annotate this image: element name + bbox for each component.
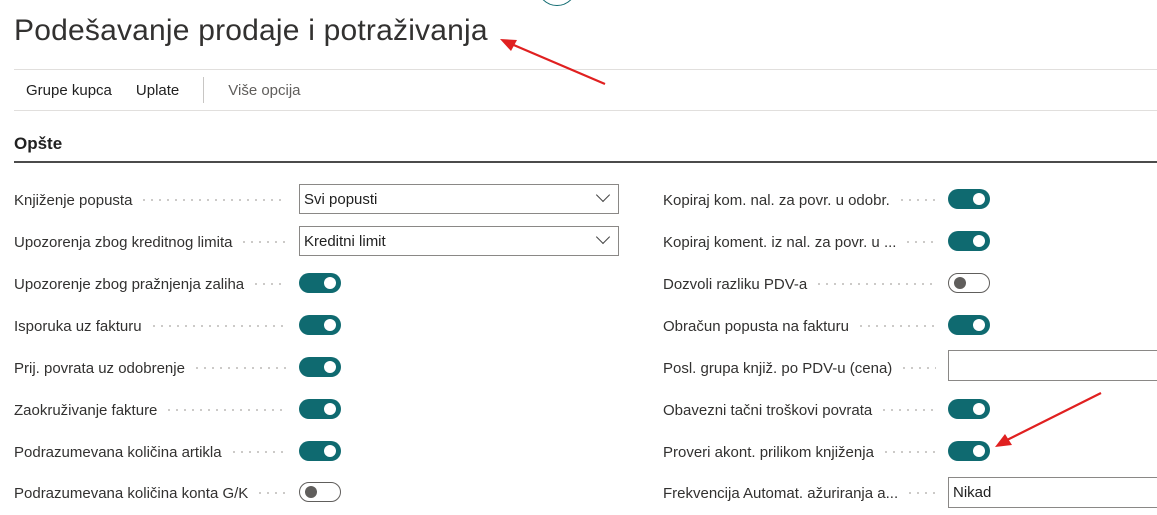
field-row-return-receipt: Prij. povrata uz odobrenje	[14, 352, 295, 384]
toggle-knob	[324, 403, 336, 415]
field-label: Knjiženje popusta	[14, 191, 133, 209]
field-row-discount-posting: Knjiženje popusta	[14, 184, 295, 216]
action-divider	[203, 77, 205, 103]
dotted-leader	[815, 283, 936, 285]
toggle-knob	[973, 445, 985, 457]
toggle-knob	[324, 277, 336, 289]
action-bar-divider	[14, 110, 1157, 111]
toggle-knob	[324, 445, 336, 457]
toggle-knob	[324, 361, 336, 373]
toggle-knob	[305, 485, 317, 498]
field-row-shipment-on-invoice: Isporuka uz fakturu	[14, 310, 295, 342]
field-label: Isporuka uz fakturu	[14, 317, 142, 335]
dotted-leader	[252, 283, 287, 285]
toggle-knob	[973, 403, 985, 415]
credit-warnings-select[interactable]: Kreditni limit	[299, 226, 619, 256]
section-underline	[14, 161, 1157, 163]
field-label: Upozorenje zbog pražnjenja zaliha	[14, 275, 245, 293]
field-row-copy-comments-return: Kopiraj koment. iz nal. za povr. u ...	[663, 226, 944, 258]
field-row-exact-cost-reversing: Obavezni tačni troškovi povrata	[663, 394, 944, 426]
dotted-leader	[881, 451, 936, 453]
action-bar: Grupe kupca Uplate Više opcija	[14, 70, 313, 110]
select-value: Kreditni limit	[304, 232, 386, 250]
payments-action[interactable]: Uplate	[124, 82, 191, 99]
field-label: Kopiraj koment. iz nal. za povr. u ...	[663, 233, 897, 251]
dotted-leader	[880, 409, 936, 411]
field-label: Dozvoli razliku PDV-a	[663, 275, 808, 293]
check-prepayment-toggle[interactable]	[948, 441, 990, 461]
field-row-default-item-qty: Podrazumevana količina artikla	[14, 436, 295, 468]
field-label: Frekvencija Automat. ažuriranja a...	[663, 484, 899, 502]
dotted-leader	[856, 325, 936, 327]
toggle-knob	[973, 235, 985, 247]
dotted-leader	[192, 367, 287, 369]
dotted-leader	[149, 325, 287, 327]
select-value: Svi popusti	[304, 190, 378, 208]
toggle-knob	[324, 319, 336, 331]
dotted-leader	[904, 241, 936, 243]
field-row-default-gl-qty: Podrazumevana količina konta G/K	[14, 477, 295, 509]
section-title-general: Opšte	[14, 134, 63, 153]
field-label: Upozorenja zbog kreditnog limita	[14, 233, 233, 251]
copy-comments-cr-toggle[interactable]	[948, 189, 990, 209]
field-row-auto-update-frequency: Frekvencija Automat. ažuriranja a...	[663, 477, 944, 509]
field-label: Obavezni tačni troškovi povrata	[663, 401, 873, 419]
dotted-leader	[906, 492, 936, 494]
more-options-action[interactable]: Više opcija	[216, 82, 312, 99]
field-row-check-prepayment: Proveri akont. prilikom knjiženja	[663, 436, 944, 468]
invoice-rounding-toggle[interactable]	[299, 399, 341, 419]
default-gl-qty-toggle[interactable]	[299, 482, 341, 502]
dotted-leader	[229, 451, 287, 453]
chevron-down-icon	[595, 187, 611, 203]
annotation-arrow-title	[500, 39, 606, 86]
calc-inv-discount-toggle[interactable]	[948, 315, 990, 335]
field-label: Zaokruživanje fakture	[14, 401, 158, 419]
field-row-allow-vat-difference: Dozvoli razliku PDV-a	[663, 268, 944, 300]
stockout-warning-toggle[interactable]	[299, 273, 341, 293]
allow-vat-difference-toggle[interactable]	[948, 273, 990, 293]
field-row-copy-comments-cr: Kopiraj kom. nal. za povr. u odobr.	[663, 184, 944, 216]
customer-groups-action[interactable]: Grupe kupca	[14, 82, 124, 99]
vat-bus-posting-group-input[interactable]	[948, 350, 1157, 381]
field-label: Podrazumevana količina artikla	[14, 443, 222, 461]
dotted-leader	[165, 409, 287, 411]
field-row-invoice-rounding: Zaokruživanje fakture	[14, 394, 295, 426]
field-row-credit-warnings: Upozorenja zbog kreditnog limita	[14, 226, 295, 258]
field-label: Posl. grupa knjiž. po PDV-u (cena)	[663, 359, 893, 377]
toggle-knob	[973, 319, 985, 331]
field-row-stockout-warning: Upozorenje zbog pražnjenja zaliha	[14, 268, 295, 300]
field-label: Prij. povrata uz odobrenje	[14, 359, 185, 377]
dotted-leader	[900, 367, 936, 369]
field-label: Kopiraj kom. nal. za povr. u odobr.	[663, 191, 890, 209]
field-row-calc-inv-discount: Obračun popusta na fakturu	[663, 310, 944, 342]
default-item-qty-toggle[interactable]	[299, 441, 341, 461]
field-row-vat-bus-posting-group: Posl. grupa knjiž. po PDV-u (cena)	[663, 352, 944, 384]
dotted-leader	[256, 492, 287, 494]
dotted-leader	[897, 199, 936, 201]
page-title: Podešavanje prodaje i potraživanja	[14, 14, 488, 47]
field-label: Proveri akont. prilikom knjiženja	[663, 443, 874, 461]
dotted-leader	[140, 199, 287, 201]
exact-cost-reversing-toggle[interactable]	[948, 399, 990, 419]
discount-posting-select[interactable]: Svi popusti	[299, 184, 619, 214]
top-circle-button[interactable]	[537, 0, 577, 6]
toggle-knob	[954, 276, 966, 289]
dotted-leader	[240, 241, 287, 243]
field-label: Podrazumevana količina konta G/K	[14, 484, 249, 502]
return-receipt-toggle[interactable]	[299, 357, 341, 377]
auto-update-frequency-input[interactable]: Nikad	[948, 477, 1157, 508]
shipment-on-invoice-toggle[interactable]	[299, 315, 341, 335]
copy-comments-return-toggle[interactable]	[948, 231, 990, 251]
annotation-arrow-prepayment	[995, 392, 1102, 447]
field-label: Obračun popusta na fakturu	[663, 317, 849, 335]
chevron-down-icon	[595, 229, 611, 245]
toggle-knob	[973, 193, 985, 205]
